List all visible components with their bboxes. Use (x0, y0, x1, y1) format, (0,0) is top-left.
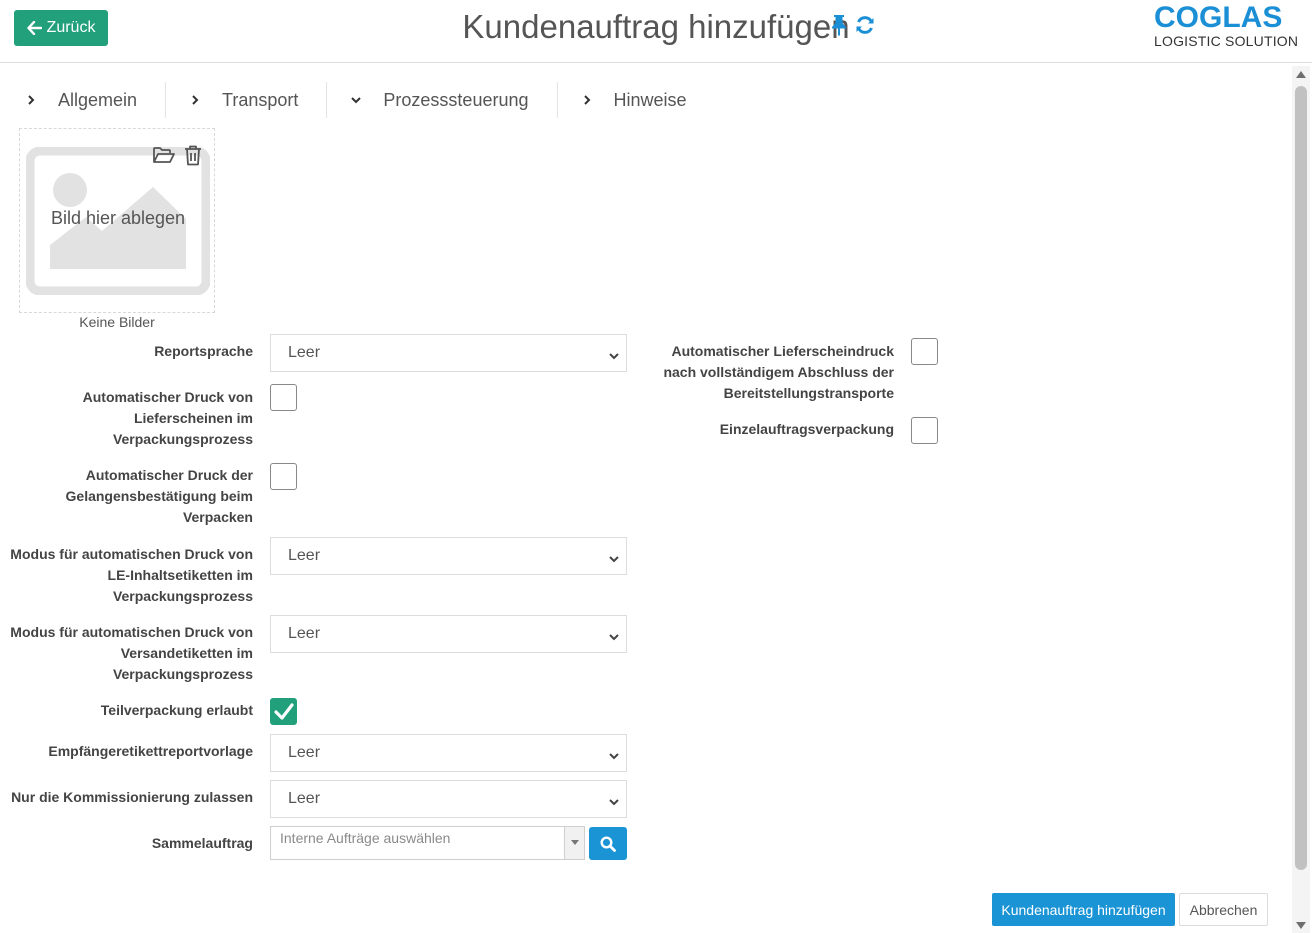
search-icon (600, 835, 616, 852)
tab-label: Allgemein (58, 89, 138, 110)
reportsprache-value: Leer (288, 344, 321, 361)
einzelauftrag-checkbox[interactable] (911, 417, 938, 444)
scroll-down-arrow[interactable] (1292, 917, 1310, 933)
auto-lieferscheindruck-checkbox[interactable] (911, 338, 938, 365)
label-line: Verpackungsprozess (112, 431, 253, 447)
label-line: LE-Inhaltsetiketten im (107, 567, 253, 583)
sammelauftrag-search-button[interactable] (589, 827, 627, 860)
chevron-right-icon (188, 94, 202, 106)
label-line: Automatischer Druck der (85, 467, 253, 483)
tab-label: Transport (222, 89, 299, 110)
no-images-label: Keine Bilder (79, 314, 155, 330)
chevron-right-icon (24, 94, 38, 106)
checkmark-icon (274, 703, 294, 726)
einzelauftrag-label: Einzelauftragsverpackung (719, 421, 894, 437)
chevron-right-icon (580, 94, 594, 106)
back-button[interactable]: Zurück (14, 10, 108, 46)
logo-main-text: COGLAS (1154, 1, 1283, 34)
image-drop-zone[interactable]: Bild hier ablegen (19, 128, 215, 313)
sammelauftrag-placeholder: Interne Aufträge auswählen (280, 830, 451, 846)
tab-label: Prozesssteuerung (383, 89, 529, 110)
label-line: Lieferscheinen im (133, 410, 253, 426)
pin-icon[interactable] (830, 14, 848, 36)
label-line: Verpackungsprozess (112, 588, 253, 604)
auto-lieferscheindruck-label: Automatischer Lieferscheindruck nach vol… (630, 341, 894, 404)
arrow-left-icon (26, 21, 42, 35)
label-line: Modus für automatischen Druck von (10, 546, 253, 562)
refresh-icon[interactable] (854, 14, 876, 36)
chevron-down-icon (608, 348, 620, 366)
label-line: Verpacken (182, 509, 253, 525)
chevron-down-icon (608, 794, 620, 812)
modus-versand-select[interactable]: Leer (270, 615, 627, 653)
nur-kommissionierung-value: Leer (288, 790, 321, 807)
page-title: Kundenauftrag hinzufügen (462, 8, 850, 45)
label-line: Automatischer Druck von (82, 389, 253, 405)
label-line: Verpackungsprozess (112, 666, 253, 682)
caret-down-icon (570, 840, 579, 846)
auto-druck-lieferscheine-label: Automatischer Druck von Lieferscheinen i… (0, 387, 253, 450)
modus-le-inhalt-value: Leer (288, 547, 321, 564)
tab-hinweise[interactable]: Hinweise (556, 82, 715, 118)
modus-le-inhalt-label: Modus für automatischen Druck von LE-Inh… (0, 544, 253, 607)
tab-prozesssteuerung[interactable]: Prozesssteuerung (326, 82, 556, 118)
auto-druck-gelangen-checkbox[interactable] (270, 463, 297, 490)
modus-le-inhalt-select[interactable]: Leer (270, 537, 627, 575)
sammelauftrag-label: Sammelauftrag (151, 835, 253, 851)
drop-zone-text: Bild hier ablegen (50, 208, 186, 228)
nur-kommissionierung-label: Nur die Kommissionierung zulassen (11, 789, 253, 805)
back-button-label: Zurück (46, 19, 96, 36)
chevron-down-icon (349, 96, 363, 104)
label-line: Versandetiketten im (120, 645, 253, 661)
tab-label: Hinweise (613, 89, 687, 110)
cancel-button[interactable]: Abbrechen (1179, 893, 1268, 926)
empfaenger-report-value: Leer (288, 744, 321, 761)
label-line: Bereitstellungstransporte (723, 385, 894, 401)
coglas-logo: COGLAS LOGISTIC SOLUTION (1154, 1, 1299, 49)
empfaenger-report-label: Empfängeretikettreportvorlage (48, 743, 253, 759)
modus-versand-value: Leer (288, 625, 321, 642)
reportsprache-select[interactable]: Leer (270, 334, 627, 372)
empfaenger-report-select[interactable]: Leer (270, 734, 627, 772)
submit-button[interactable]: Kundenauftrag hinzufügen (992, 893, 1175, 926)
label-line: Modus für automatischen Druck von (10, 624, 253, 640)
tab-allgemein[interactable]: Allgemein (14, 82, 165, 118)
folder-open-icon[interactable] (152, 145, 176, 166)
label-line: Gelangensbestätigung beim (65, 488, 253, 504)
chevron-down-icon (608, 629, 620, 647)
label-line: nach vollständigem Abschluss der (663, 364, 894, 380)
nur-kommissionierung-select[interactable]: Leer (270, 780, 627, 818)
teilverpackung-label: Teilverpackung erlaubt (100, 702, 253, 718)
trash-icon[interactable] (184, 145, 202, 166)
teilverpackung-checkbox[interactable] (270, 698, 297, 725)
sammelauftrag-combobox[interactable]: Interne Aufträge auswählen (270, 826, 585, 860)
page-header: Zurück Kundenauftrag hinzufügen COGLAS L… (0, 0, 1312, 63)
reportsprache-label: Reportsprache (154, 343, 253, 359)
vertical-scrollbar[interactable] (1292, 66, 1310, 933)
chevron-down-icon (608, 748, 620, 766)
chevron-down-icon (608, 551, 620, 569)
scrollbar-thumb[interactable] (1295, 86, 1307, 870)
label-line: Automatischer Lieferscheindruck (671, 343, 894, 359)
logo-sub-text: LOGISTIC SOLUTION (1154, 33, 1299, 49)
combo-dropdown-arrow[interactable] (564, 827, 584, 859)
section-tabs: Allgemein Transport Prozesssteuerung Hin… (14, 80, 715, 120)
auto-druck-lieferscheine-checkbox[interactable] (270, 384, 297, 411)
scroll-up-arrow[interactable] (1292, 66, 1310, 82)
tab-transport[interactable]: Transport (165, 82, 326, 118)
auto-druck-gelangen-label: Automatischer Druck der Gelangensbestäti… (0, 465, 253, 528)
modus-versand-label: Modus für automatischen Druck von Versan… (0, 622, 253, 685)
